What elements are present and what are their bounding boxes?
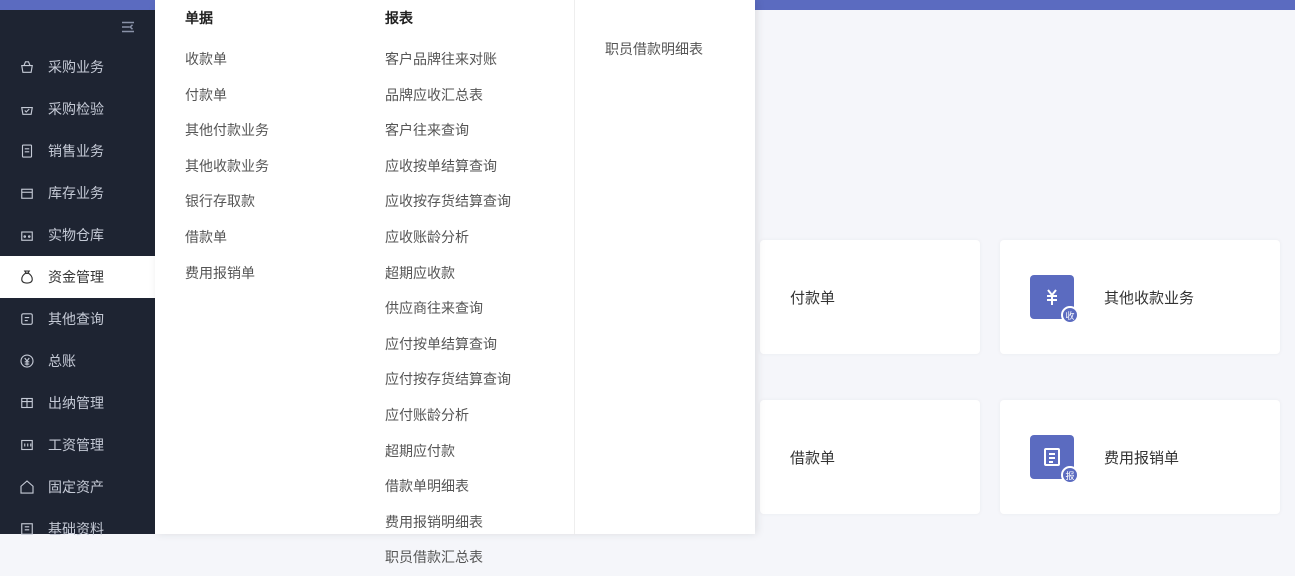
menu-collapse-icon [119,18,137,39]
card-label: 付款单 [790,287,835,308]
basket-check-icon [18,100,36,118]
yen-receipt-icon: 收 [1030,275,1074,319]
sidebar-collapse-button[interactable] [0,10,155,46]
card-label: 其他收款业务 [1104,287,1194,308]
sidebar-item-label: 采购业务 [48,57,104,77]
card-label: 借款单 [790,447,835,468]
card-loan[interactable]: 借款单 [760,400,980,514]
flyout-link[interactable]: 超期应付款 [385,434,544,470]
cashier-icon [18,394,36,412]
flyout-link[interactable]: 应收按单结算查询 [385,149,544,185]
search-doc-icon [18,310,36,328]
data-icon [18,520,36,538]
sidebar-item-finance[interactable]: 资金管理 [0,256,155,298]
flyout-link[interactable]: 应收按存货结算查询 [385,184,544,220]
flyout-link[interactable]: 应付账龄分析 [385,398,544,434]
flyout-link[interactable]: 费用报销单 [185,256,325,292]
card-label: 费用报销单 [1104,447,1179,468]
sidebar-item-payroll[interactable]: 工资管理 [0,424,155,466]
flyout-column-reports: 报表 客户品牌往来对账 品牌应收汇总表 客户往来查询 应收按单结算查询 应收按存… [355,0,575,534]
flyout-link[interactable]: 付款单 [185,78,325,114]
flyout-header-reports: 报表 [385,8,544,28]
sidebar-item-label: 固定资产 [48,477,104,497]
sidebar-item-label: 出纳管理 [48,393,104,413]
flyout-header-documents: 单据 [185,8,325,28]
sidebar-item-label: 采购检验 [48,99,104,119]
flyout-link[interactable]: 品牌应收汇总表 [385,78,544,114]
flyout-link[interactable]: 职员借款明细表 [605,32,725,68]
sidebar-item-label: 其他查询 [48,309,104,329]
card-other-receipt[interactable]: 收 其他收款业务 [1000,240,1280,354]
sidebar-item-label: 销售业务 [48,141,104,161]
yen-circle-icon [18,352,36,370]
flyout-link[interactable]: 超期应收款 [385,256,544,292]
sidebar-item-label: 总账 [48,351,76,371]
flyout-link[interactable]: 其他付款业务 [185,113,325,149]
card-payment[interactable]: 付款单 [760,240,980,354]
badge-expense: 报 [1061,466,1079,484]
flyout-link[interactable]: 客户品牌往来对账 [385,42,544,78]
sidebar-item-label: 实物仓库 [48,225,104,245]
sidebar-item-basic-data[interactable]: 基础资料 [0,508,155,550]
sidebar: 采购业务 采购检验 销售业务 库存业务 实物仓库 资金管理 其他查询 总账 出纳… [0,10,155,534]
submenu-flyout: 单据 收款单 付款单 其他付款业务 其他收款业务 银行存取款 借款单 费用报销单… [155,0,755,534]
basket-icon [18,58,36,76]
sidebar-item-inventory[interactable]: 库存业务 [0,172,155,214]
sidebar-item-label: 资金管理 [48,267,104,287]
badge-receipt: 收 [1061,306,1079,324]
sidebar-item-fixed-assets[interactable]: 固定资产 [0,466,155,508]
box-icon [18,184,36,202]
document-lines-icon: 报 [1030,435,1074,479]
flyout-link[interactable]: 应收账龄分析 [385,220,544,256]
flyout-link[interactable]: 借款单 [185,220,325,256]
flyout-link[interactable]: 客户往来查询 [385,113,544,149]
sidebar-item-cashier[interactable]: 出纳管理 [0,382,155,424]
sidebar-item-label: 基础资料 [48,519,104,539]
flyout-link[interactable]: 收款单 [185,42,325,78]
money-bag-icon [18,268,36,286]
sidebar-item-warehouse[interactable]: 实物仓库 [0,214,155,256]
flyout-link[interactable]: 职员借款汇总表 [385,540,544,576]
flyout-link[interactable]: 其他收款业务 [185,149,325,185]
flyout-link[interactable]: 应付按存货结算查询 [385,362,544,398]
home-icon [18,478,36,496]
flyout-column-reports-2: 职员借款明细表 [575,0,755,534]
card-expense[interactable]: 报 费用报销单 [1000,400,1280,514]
sidebar-item-purchase-inspect[interactable]: 采购检验 [0,88,155,130]
payroll-icon [18,436,36,454]
flyout-link[interactable]: 费用报销明细表 [385,505,544,541]
sidebar-item-sales[interactable]: 销售业务 [0,130,155,172]
sidebar-item-label: 工资管理 [48,435,104,455]
sidebar-item-other-query[interactable]: 其他查询 [0,298,155,340]
warehouse-icon [18,226,36,244]
clipboard-icon [18,142,36,160]
flyout-link[interactable]: 应付按单结算查询 [385,327,544,363]
sidebar-item-purchase[interactable]: 采购业务 [0,46,155,88]
flyout-link[interactable]: 供应商往来查询 [385,291,544,327]
sidebar-item-label: 库存业务 [48,183,104,203]
flyout-link[interactable]: 银行存取款 [185,184,325,220]
flyout-column-documents: 单据 收款单 付款单 其他付款业务 其他收款业务 银行存取款 借款单 费用报销单 [155,0,355,534]
sidebar-item-ledger[interactable]: 总账 [0,340,155,382]
flyout-link[interactable]: 借款单明细表 [385,469,544,505]
